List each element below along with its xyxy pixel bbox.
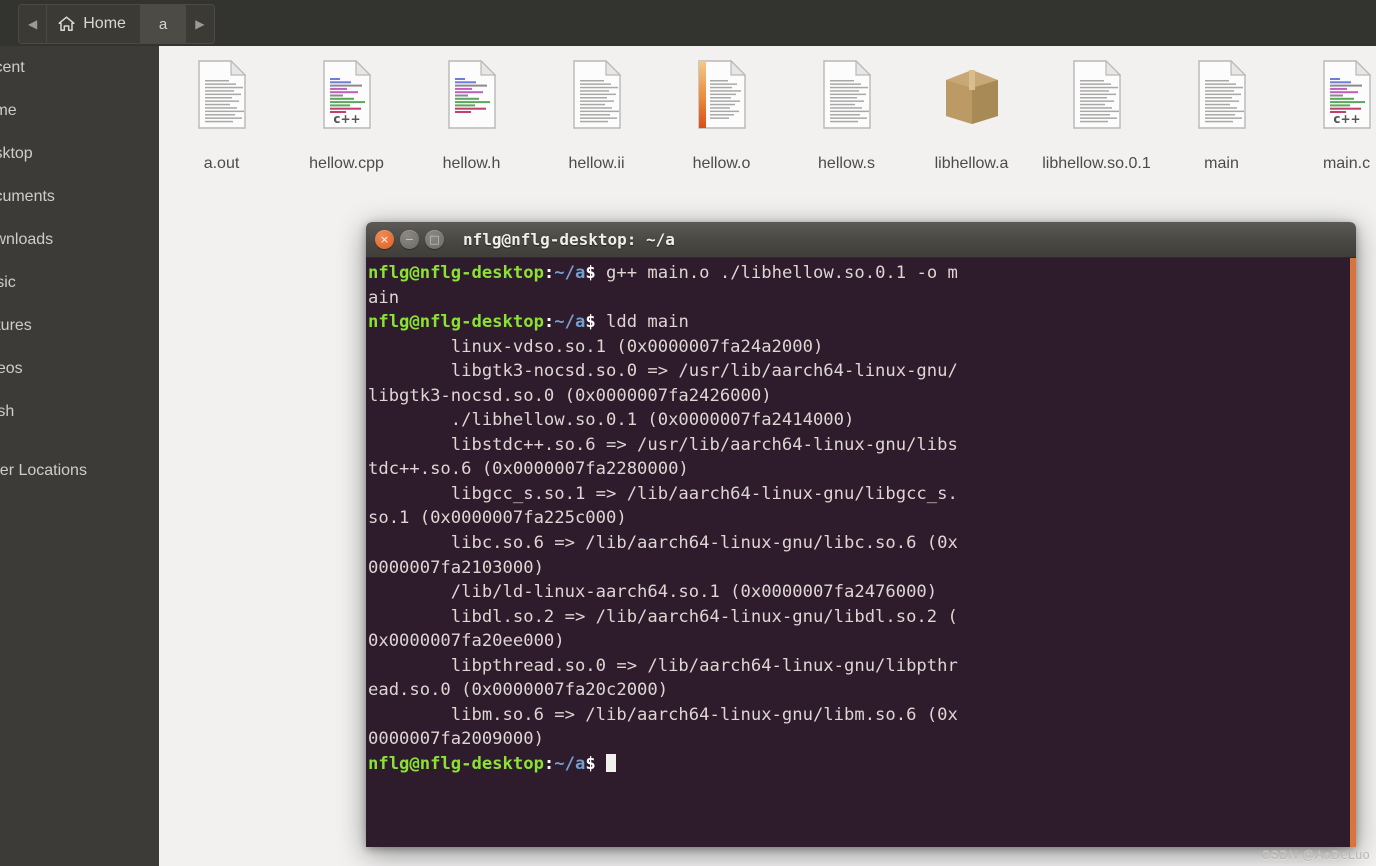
minimize-button[interactable]: −: [400, 230, 419, 249]
file-item[interactable]: c++ main.c: [1284, 54, 1376, 174]
breadcrumb-item-home[interactable]: Home: [47, 5, 141, 43]
sidebar-item-label: Music: [0, 273, 16, 291]
file-item[interactable]: libhellow.so.0.1: [1034, 54, 1159, 174]
sidebar-places-list: Recent Home Desktop Documents Downloads Music…: [0, 46, 159, 433]
chevron-right-icon: ▶: [195, 17, 205, 31]
text-document-icon: [570, 54, 624, 146]
maximize-icon: □: [429, 233, 440, 246]
sidebar-item-label: Desktop: [0, 144, 33, 162]
text-document-icon: [1195, 54, 1249, 146]
breadcrumb-home-label: Home: [83, 15, 126, 32]
close-button[interactable]: ×: [375, 230, 394, 249]
sidebar-item-label: Pictures: [0, 316, 32, 334]
terminal-cursor: [606, 753, 617, 772]
sidebar: Recent Home Desktop Documents Downloads Music…: [0, 46, 160, 866]
sidebar-item-pictures[interactable]: Pictures: [0, 304, 159, 347]
scrollbar-thumb[interactable]: [1350, 258, 1356, 847]
maximize-button[interactable]: □: [425, 230, 444, 249]
file-label: hellow.cpp: [309, 155, 384, 172]
terminal-title: nflg@nflg-desktop: ~/a: [463, 230, 675, 249]
terminal-body[interactable]: nflg@nflg-desktop:~/a$ g++ main.o ./libh…: [366, 258, 1356, 847]
file-item[interactable]: hellow.ii: [534, 54, 659, 174]
watermark: CSDN @AoDeLuo: [1261, 848, 1370, 862]
sidebar-item-documents[interactable]: Documents: [0, 175, 159, 218]
file-label: hellow.s: [818, 155, 875, 172]
file-item[interactable]: hellow.s: [784, 54, 909, 174]
file-label: main: [1204, 155, 1239, 172]
breadcrumb-back-button[interactable]: ◀: [19, 5, 48, 43]
cpp-source-icon: c++: [1320, 54, 1374, 146]
sidebar-item-recent[interactable]: Recent: [0, 46, 159, 89]
sidebar-item-trash[interactable]: Trash: [0, 390, 159, 433]
file-item[interactable]: main: [1159, 54, 1284, 174]
sidebar-item-label: Videos: [0, 359, 23, 377]
breadcrumb: ◀ Home a ▶: [18, 4, 215, 44]
terminal-titlebar[interactable]: × − □ nflg@nflg-desktop: ~/a: [366, 222, 1356, 258]
text-document-icon: [195, 54, 249, 146]
text-document-icon: [820, 54, 874, 146]
file-item[interactable]: hellow.o: [659, 54, 784, 174]
breadcrumb-current-label: a: [158, 15, 168, 33]
file-label: hellow.ii: [568, 155, 625, 172]
file-label: hellow.h: [442, 155, 501, 172]
sidebar-divider: [0, 433, 159, 449]
sidebar-item-music[interactable]: Music: [0, 261, 159, 304]
terminal-output: nflg@nflg-desktop:~/a$ g++ main.o ./libh…: [368, 263, 958, 774]
screen: ◀ Home a ▶ Recent Home Desktop Documents Dow…: [0, 0, 1376, 866]
sidebar-item-label: Other Locations: [0, 461, 87, 479]
sidebar-item-label: Downloads: [0, 230, 54, 248]
close-icon: ×: [379, 233, 390, 246]
cpp-source-icon: c++: [320, 54, 374, 146]
file-label: a.out: [203, 155, 240, 172]
file-manager-header: ◀ Home a ▶: [0, 0, 1376, 47]
file-item[interactable]: libhellow.a: [909, 54, 1034, 174]
file-label: hellow.o: [692, 155, 751, 172]
sidebar-item-downloads[interactable]: Downloads: [0, 218, 159, 261]
file-label: main.c: [1322, 155, 1371, 172]
breadcrumb-item-current[interactable]: a: [140, 5, 187, 43]
minimize-icon: −: [404, 233, 415, 246]
file-item[interactable]: c++ hellow.cpp: [284, 54, 409, 174]
sidebar-item-label: Trash: [0, 402, 15, 420]
file-label: libhellow.so.0.1: [1042, 155, 1151, 172]
object-file-icon: [695, 54, 749, 146]
sidebar-item-home[interactable]: Home: [0, 89, 159, 132]
svg-text:c++: c++: [1333, 112, 1360, 126]
sidebar-item-label: Home: [0, 101, 17, 119]
svg-text:c++: c++: [333, 112, 360, 126]
archive-package-icon: [942, 54, 1002, 146]
terminal-scrollbar[interactable]: [1350, 258, 1356, 847]
sidebar-item-other-locations[interactable]: Other Locations: [0, 449, 159, 492]
window-controls: × − □: [375, 230, 444, 249]
breadcrumb-forward-button[interactable]: ▶: [186, 5, 214, 43]
text-document-icon: [1070, 54, 1124, 146]
file-label: libhellow.a: [934, 155, 1009, 172]
sidebar-item-label: Recent: [0, 58, 25, 76]
chevron-left-icon: ◀: [28, 17, 38, 31]
sidebar-item-desktop[interactable]: Desktop: [0, 132, 159, 175]
sidebar-item-videos[interactable]: Videos: [0, 347, 159, 390]
file-item[interactable]: hellow.h: [409, 54, 534, 174]
home-icon: [58, 16, 75, 32]
c-header-icon: [445, 54, 499, 146]
sidebar-item-label: Documents: [0, 187, 55, 205]
file-grid: a.out c++ hellow.cpp hellow.h hellow.ii h…: [159, 46, 1376, 174]
terminal-window[interactable]: × − □ nflg@nflg-desktop: ~/a nflg@nflg-d…: [366, 222, 1356, 847]
file-item[interactable]: a.out: [159, 54, 284, 174]
